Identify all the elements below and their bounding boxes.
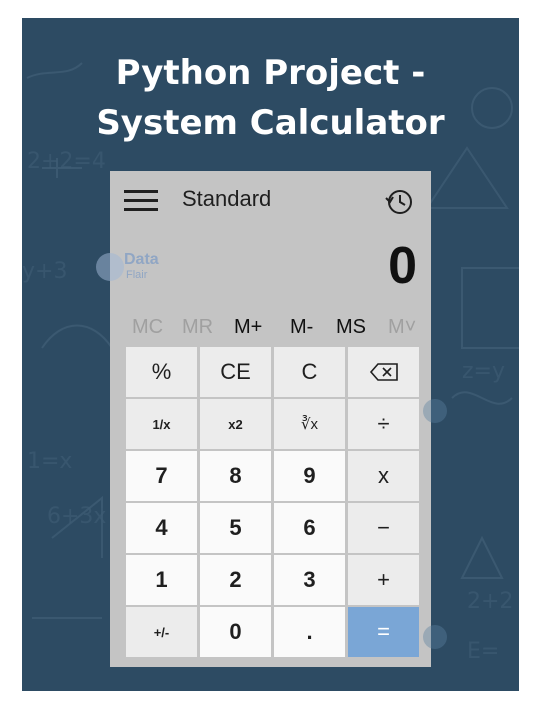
memory-subtract-button[interactable]: M- xyxy=(290,316,313,339)
watermark-text-2: Flair xyxy=(126,269,148,281)
digit-2-button[interactable]: 2 xyxy=(200,555,271,605)
digit-6-button[interactable]: 6 xyxy=(274,503,345,553)
clear-entry-button[interactable]: CE xyxy=(200,347,271,397)
svg-text:2+2: 2+2 xyxy=(467,589,513,614)
svg-text:6+3x: 6+3x xyxy=(47,504,106,529)
reciprocal-button[interactable]: 1/x xyxy=(126,399,197,449)
display-value: 0 xyxy=(388,237,417,295)
watermark-right-2 xyxy=(420,622,510,662)
memory-recall-button[interactable]: MR xyxy=(182,316,213,339)
watermark-right-1 xyxy=(420,396,510,436)
svg-text:1=x: 1=x xyxy=(27,449,72,474)
digit-9-button[interactable]: 9 xyxy=(274,451,345,501)
calculator-window: Standard Data Flair 0 MC MR M+ M- MS M˅ … xyxy=(96,171,431,667)
subtract-button[interactable]: − xyxy=(348,503,419,553)
backspace-icon xyxy=(369,363,398,381)
banner-card: 2+2=4 y+3 z=y 1=x 6+3x 2+2 E= Python Pro… xyxy=(22,18,519,691)
memory-add-button[interactable]: M+ xyxy=(234,316,262,339)
memory-store-button[interactable]: MS xyxy=(336,316,366,339)
digit-0-button[interactable]: 0 xyxy=(200,607,271,657)
watermark-logo-icon xyxy=(423,399,447,423)
cube-root-button[interactable]: ∛x xyxy=(274,399,345,449)
svg-text:z=y: z=y xyxy=(462,359,505,384)
square-button[interactable]: x2 xyxy=(200,399,271,449)
multiply-button[interactable]: x xyxy=(348,451,419,501)
divide-button[interactable]: ÷ xyxy=(348,399,419,449)
digit-7-button[interactable]: 7 xyxy=(126,451,197,501)
dataflair-watermark: Data Flair xyxy=(96,249,186,289)
add-button[interactable]: + xyxy=(348,555,419,605)
hamburger-menu-icon[interactable] xyxy=(124,190,158,212)
keypad: % CE C 1/x x2 ∛x ÷ 7 8 9 x 4 5 6 − 1 2 3… xyxy=(126,347,419,659)
svg-text:2+2=4: 2+2=4 xyxy=(27,149,106,174)
digit-4-button[interactable]: 4 xyxy=(126,503,197,553)
negate-button[interactable]: +/- xyxy=(126,607,197,657)
history-clock-icon[interactable] xyxy=(382,185,416,219)
mode-label: Standard xyxy=(182,186,272,211)
watermark-text-1: Data xyxy=(124,251,159,268)
watermark-logo-icon xyxy=(96,253,124,281)
page-title: Python Project - System Calculator xyxy=(22,48,519,148)
watermark-logo-icon xyxy=(423,625,447,649)
equals-button[interactable]: = xyxy=(348,607,419,657)
percent-button[interactable]: % xyxy=(126,347,197,397)
digit-3-button[interactable]: 3 xyxy=(274,555,345,605)
svg-text:y+3: y+3 xyxy=(22,259,67,284)
title-line-2: System Calculator xyxy=(96,103,445,143)
title-line-1: Python Project - xyxy=(115,53,426,93)
memory-clear-button[interactable]: MC xyxy=(132,316,163,339)
backspace-button[interactable] xyxy=(348,347,419,397)
clear-button[interactable]: C xyxy=(274,347,345,397)
digit-1-button[interactable]: 1 xyxy=(126,555,197,605)
memory-list-button[interactable]: M˅ xyxy=(388,316,416,339)
digit-5-button[interactable]: 5 xyxy=(200,503,271,553)
decimal-button[interactable]: . xyxy=(274,607,345,657)
digit-8-button[interactable]: 8 xyxy=(200,451,271,501)
